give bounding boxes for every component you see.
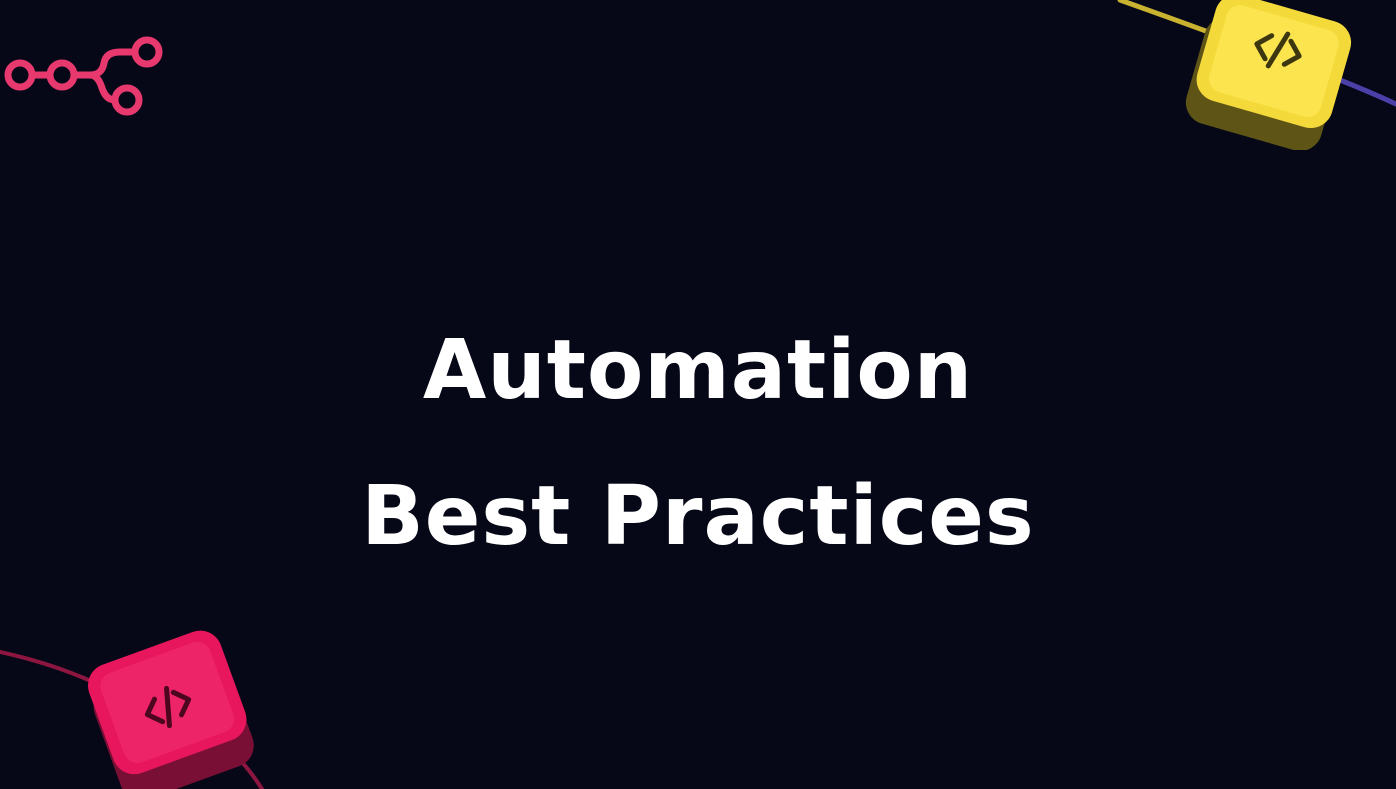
code-cube-yellow: [1185, 0, 1352, 150]
workflow-nodes-icon: [4, 36, 163, 116]
slide-title: Automation Best Practices: [0, 298, 1396, 590]
code-cube-pink: [87, 630, 254, 789]
title-line-1: Automation: [422, 323, 974, 418]
title-line-2: Best Practices: [361, 469, 1035, 564]
slide: Automation Best Practices: [0, 0, 1396, 789]
